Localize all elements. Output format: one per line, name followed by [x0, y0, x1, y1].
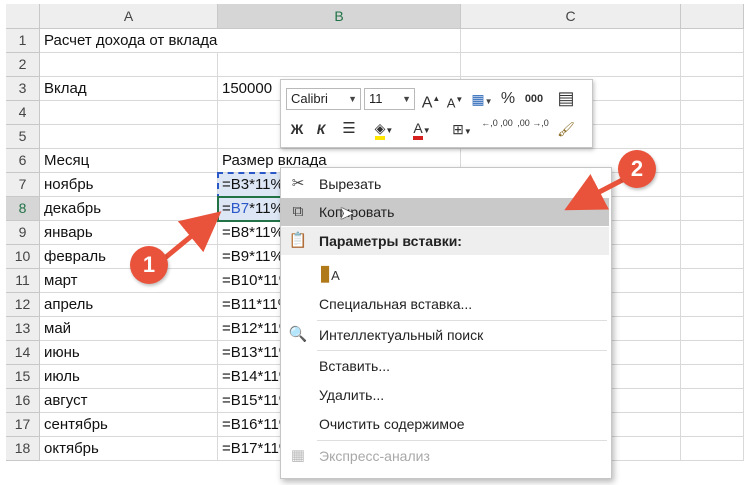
- annotation-badge-two: 2: [618, 150, 656, 188]
- arrow-one: [158, 211, 222, 264]
- annotation-badge-one: 1: [130, 246, 168, 284]
- annotation-arrows: [158, 173, 632, 264]
